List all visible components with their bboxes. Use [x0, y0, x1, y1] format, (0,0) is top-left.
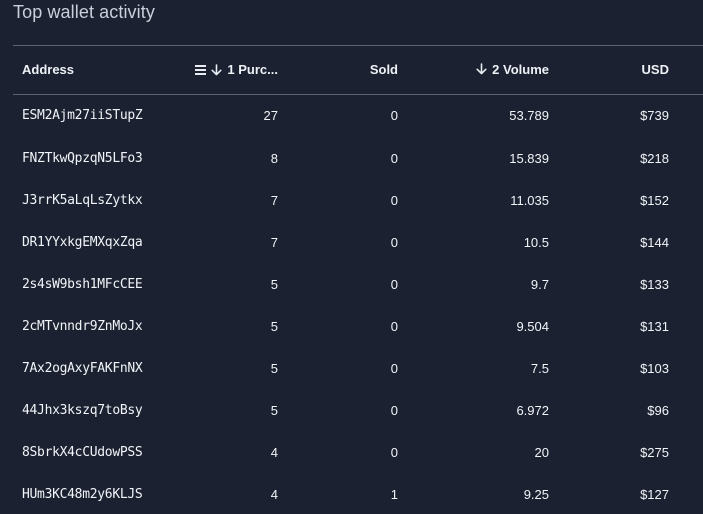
header-purchased[interactable]: 1 Purc...	[173, 46, 278, 94]
table-row[interactable]: 44Jhx3kszq7toBsy 5 0 6.972 $96	[13, 389, 703, 431]
cell-purchased: 8	[270, 150, 278, 166]
header-spacer	[669, 46, 703, 94]
wallet-activity-panel: Top wallet activity Address 1 Purc... So…	[0, 0, 703, 514]
cell-usd: $103	[640, 360, 669, 376]
table-row[interactable]: 8SbrkX4cCUdowPSS 4 0 20 $275	[13, 431, 703, 473]
arrow-down-icon	[211, 63, 223, 76]
cell-volume: 9.25	[523, 486, 549, 502]
cell-sold: 0	[390, 360, 398, 376]
table-row[interactable]: 2s4sW9bsh1MFcCEE 5 0 9.7 $133	[13, 263, 703, 305]
cell-address: J3rrK5aLqLsZytkx	[22, 192, 143, 208]
cell-usd: $739	[640, 108, 669, 124]
cell-sold: 0	[390, 444, 398, 460]
cell-address: HUm3KC48m2y6KLJS	[22, 486, 143, 502]
cell-usd: $127	[640, 486, 669, 502]
panel-title: Top wallet activity	[13, 2, 155, 22]
cell-address: 2s4sW9bsh1MFcCEE	[22, 276, 143, 292]
wallet-table: Address 1 Purc... Sold 2 Volume USD ESM2…	[13, 46, 703, 514]
cell-sold: 0	[390, 150, 398, 166]
table-row[interactable]: ESM2Ajm27iiSTupZ 27 0 53.789 $739	[13, 94, 703, 137]
cell-volume: 53.789	[509, 108, 549, 124]
table-row[interactable]: FNZTkwQpzqN5LFo3 8 0 15.839 $218	[13, 137, 703, 179]
menu-icon[interactable]	[195, 65, 207, 75]
header-usd[interactable]: USD	[549, 46, 669, 94]
cell-sold: 0	[390, 108, 398, 124]
cell-usd: $275	[640, 444, 669, 460]
cell-sold: 0	[390, 276, 398, 292]
cell-volume: 20	[534, 444, 549, 460]
header-purchased-label: 1 Purc...	[227, 62, 278, 78]
cell-purchased: 27	[263, 108, 278, 124]
cell-volume: 9.504	[516, 318, 549, 334]
cell-sold: 0	[390, 318, 398, 334]
cell-usd: $131	[640, 318, 669, 334]
cell-volume: 7.5	[530, 360, 549, 376]
cell-volume: 15.839	[509, 150, 549, 166]
header-volume-label: 2 Volume	[492, 61, 549, 77]
cell-address: 7Ax2ogAxyFAKFnNX	[22, 360, 143, 376]
table-header-row: Address 1 Purc... Sold 2 Volume USD	[13, 46, 703, 94]
cell-purchased: 5	[270, 360, 278, 376]
cell-volume: 10.5	[523, 234, 549, 250]
cell-address: 2cMTvnndr9ZnMoJx	[22, 318, 143, 334]
cell-purchased: 5	[270, 318, 278, 334]
arrow-down-icon	[476, 63, 487, 75]
cell-sold: 0	[390, 234, 398, 250]
cell-sold: 0	[390, 402, 398, 418]
cell-purchased: 4	[270, 444, 278, 460]
cell-sold: 0	[390, 192, 398, 208]
table-row[interactable]: DR1YYxkgEMXqxZqa 7 0 10.5 $144	[13, 221, 703, 263]
cell-address: 44Jhx3kszq7toBsy	[22, 402, 143, 418]
header-sold[interactable]: Sold	[278, 46, 398, 94]
cell-usd: $218	[640, 150, 669, 166]
cell-purchased: 5	[270, 276, 278, 292]
cell-address: FNZTkwQpzqN5LFo3	[22, 150, 143, 166]
cell-address: 8SbrkX4cCUdowPSS	[22, 444, 143, 460]
cell-purchased: 4	[270, 486, 278, 502]
cell-usd: $152	[640, 192, 669, 208]
table-body: ESM2Ajm27iiSTupZ 27 0 53.789 $739 FNZTkw…	[13, 94, 703, 514]
cell-volume: 9.7	[530, 276, 549, 292]
cell-usd: $133	[640, 276, 669, 292]
cell-purchased: 5	[270, 402, 278, 418]
cell-volume: 11.035	[510, 192, 549, 208]
header-address[interactable]: Address	[13, 46, 173, 94]
table-row[interactable]: HUm3KC48m2y6KLJS 4 1 9.25 $127	[13, 473, 703, 514]
table-row[interactable]: 7Ax2ogAxyFAKFnNX 5 0 7.5 $103	[13, 347, 703, 389]
header-volume[interactable]: 2 Volume	[398, 46, 549, 94]
table-row[interactable]: 2cMTvnndr9ZnMoJx 5 0 9.504 $131	[13, 305, 703, 347]
cell-usd: $144	[640, 234, 669, 250]
cell-volume: 6.972	[516, 402, 549, 418]
cell-address: DR1YYxkgEMXqxZqa	[22, 234, 143, 250]
table-row[interactable]: J3rrK5aLqLsZytkx 7 0 11.035 $152	[13, 179, 703, 221]
cell-purchased: 7	[270, 192, 278, 208]
cell-sold: 1	[390, 486, 398, 502]
cell-purchased: 7	[270, 234, 278, 250]
cell-usd: $96	[647, 402, 669, 418]
cell-address: ESM2Ajm27iiSTupZ	[22, 108, 143, 124]
